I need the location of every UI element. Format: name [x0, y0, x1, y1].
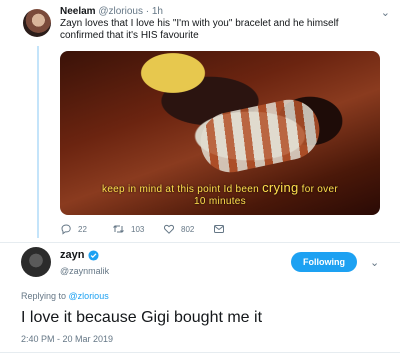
retweet-count: 103 — [131, 224, 145, 234]
main-tweet-text: I love it because Gigi bought me it — [21, 309, 263, 326]
dm-action[interactable] — [213, 223, 225, 235]
dm-icon — [214, 225, 224, 233]
replying-to-line: Replying to @zlorious — [21, 291, 109, 301]
thread-connector-line — [37, 46, 39, 238]
main-tweet-timestamp[interactable]: 2:40 PM - 20 Mar 2019 — [21, 334, 113, 344]
verified-badge-icon — [88, 249, 100, 261]
retweet-action[interactable]: 103 — [112, 223, 144, 235]
zayn-avatar[interactable] — [21, 247, 51, 277]
main-author-name[interactable]: zayn — [60, 249, 84, 261]
like-count: 802 — [181, 224, 195, 234]
neelam-avatar[interactable] — [23, 9, 51, 37]
replying-to-prefix: Replying to — [21, 291, 67, 301]
header-separator: · — [145, 6, 150, 17]
reply-tweet-header: Neelam @zlorious · 1h — [60, 6, 163, 17]
media-caption-line1: keep in mind at this point Id been cryin… — [60, 180, 380, 195]
tweet-media-image[interactable]: keep in mind at this point Id been cryin… — [60, 51, 380, 215]
media-caption-line2: 10 minutes — [194, 196, 246, 207]
like-action[interactable]: 802 — [163, 223, 194, 235]
main-author[interactable]: zayn — [60, 249, 100, 261]
chevron-down-icon[interactable]: ⌄ — [370, 256, 379, 269]
caption-part-b: crying — [262, 180, 299, 195]
reply-author-handle[interactable]: @zlorious — [98, 6, 143, 17]
media-scene-shape — [195, 94, 325, 178]
retweet-icon — [113, 225, 124, 233]
like-icon — [163, 224, 175, 234]
replying-to-handle[interactable]: @zlorious — [69, 291, 109, 301]
bottom-divider — [0, 352, 400, 353]
reply-count: 22 — [78, 224, 87, 234]
reply-tweet-text: Zayn loves that I love his "I'm with you… — [60, 18, 339, 41]
tweet-actions-bar: 22 103 802 — [60, 223, 300, 237]
reply-time-ago[interactable]: 1h — [152, 6, 163, 17]
reply-icon — [61, 224, 71, 235]
main-author-handle[interactable]: @zaynmalik — [60, 266, 109, 276]
reply-action[interactable]: 22 — [60, 223, 87, 235]
tweet-divider — [0, 242, 400, 243]
caption-part-a: keep in mind at this point Id been — [102, 184, 259, 195]
following-button[interactable]: Following — [291, 252, 357, 272]
caption-part-c: for over — [301, 184, 338, 195]
reply-author-name[interactable]: Neelam — [60, 6, 96, 17]
